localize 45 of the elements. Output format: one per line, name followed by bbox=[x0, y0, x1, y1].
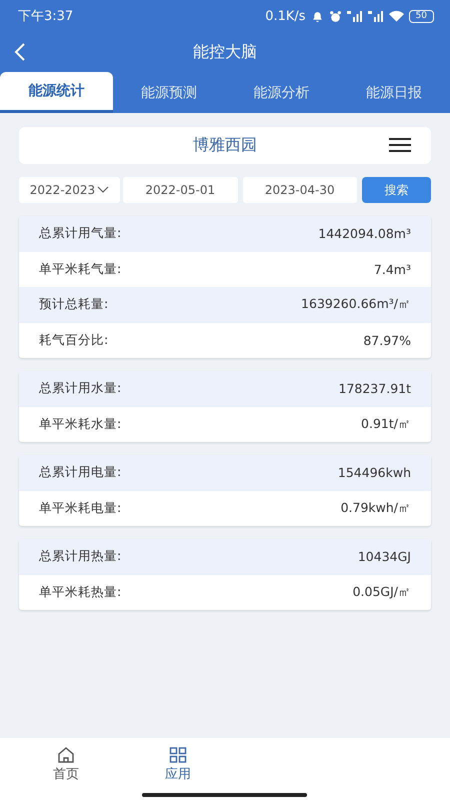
stat-label: 总累计用热量: bbox=[39, 548, 122, 566]
stat-label: 总累计用电量: bbox=[39, 464, 122, 482]
home-icon bbox=[57, 746, 75, 762]
stat-label: 总累计用水量: bbox=[39, 380, 122, 398]
chevron-down-icon bbox=[97, 186, 110, 194]
stat-label: 单平米耗气量: bbox=[39, 260, 122, 278]
alarm-clock-icon bbox=[328, 10, 342, 22]
battery-indicator: 50 bbox=[408, 10, 434, 22]
stat-value: 0.79kwh/㎡ bbox=[340, 500, 411, 517]
stat-value: 1442094.08m³ bbox=[318, 226, 411, 242]
year-dropdown[interactable]: 2022-2023 bbox=[19, 177, 120, 203]
stat-value: 10434GJ bbox=[358, 549, 411, 564]
page-title: 能控大脑 bbox=[193, 42, 257, 62]
wifi-icon bbox=[388, 10, 404, 22]
nav-item[interactable]: 首页 bbox=[10, 738, 122, 800]
stat-label: 预计总耗量: bbox=[39, 296, 108, 314]
signal-icon bbox=[368, 10, 384, 22]
grid-icon bbox=[169, 746, 187, 762]
stat-value: 0.91t/㎡ bbox=[361, 416, 411, 433]
nav-item[interactable]: 应用 bbox=[122, 738, 234, 800]
end-date-field[interactable]: 2023-04-30 bbox=[242, 177, 357, 203]
stat-value: 0.05GJ/㎡ bbox=[352, 584, 411, 601]
stat-value: 7.4m³ bbox=[374, 262, 411, 277]
stat-value: 178237.91t bbox=[338, 381, 411, 396]
tab[interactable]: 能源统计 bbox=[0, 72, 112, 113]
stat-label: 总累计用气量: bbox=[39, 225, 122, 242]
bell-icon bbox=[310, 10, 324, 22]
back-button[interactable] bbox=[14, 43, 26, 61]
tab[interactable]: 能源预测 bbox=[112, 72, 225, 113]
start-date-field[interactable]: 2022-05-01 bbox=[123, 177, 238, 203]
search-button[interactable]: 搜索 bbox=[362, 177, 431, 203]
stat-value: 154496kwh bbox=[338, 465, 411, 480]
tab[interactable]: 能源日报 bbox=[338, 72, 450, 113]
menu-button[interactable] bbox=[389, 138, 411, 152]
stat-value: 1639260.66m³/㎡ bbox=[301, 296, 411, 314]
stat-label: 单平米耗电量: bbox=[39, 500, 122, 517]
stat-label: 单平米耗热量: bbox=[39, 584, 122, 601]
stat-label: 耗气百分比: bbox=[39, 332, 108, 349]
network-speed: 0.1K/s bbox=[265, 8, 306, 24]
status-time: 下午3:37 bbox=[18, 8, 74, 25]
stat-label: 单平米耗水量: bbox=[39, 416, 122, 433]
signal-icon bbox=[346, 10, 363, 22]
tab[interactable]: 能源分析 bbox=[225, 72, 338, 113]
stat-value: 87.97% bbox=[363, 332, 411, 348]
site-name: 博雅西园 bbox=[193, 135, 257, 156]
